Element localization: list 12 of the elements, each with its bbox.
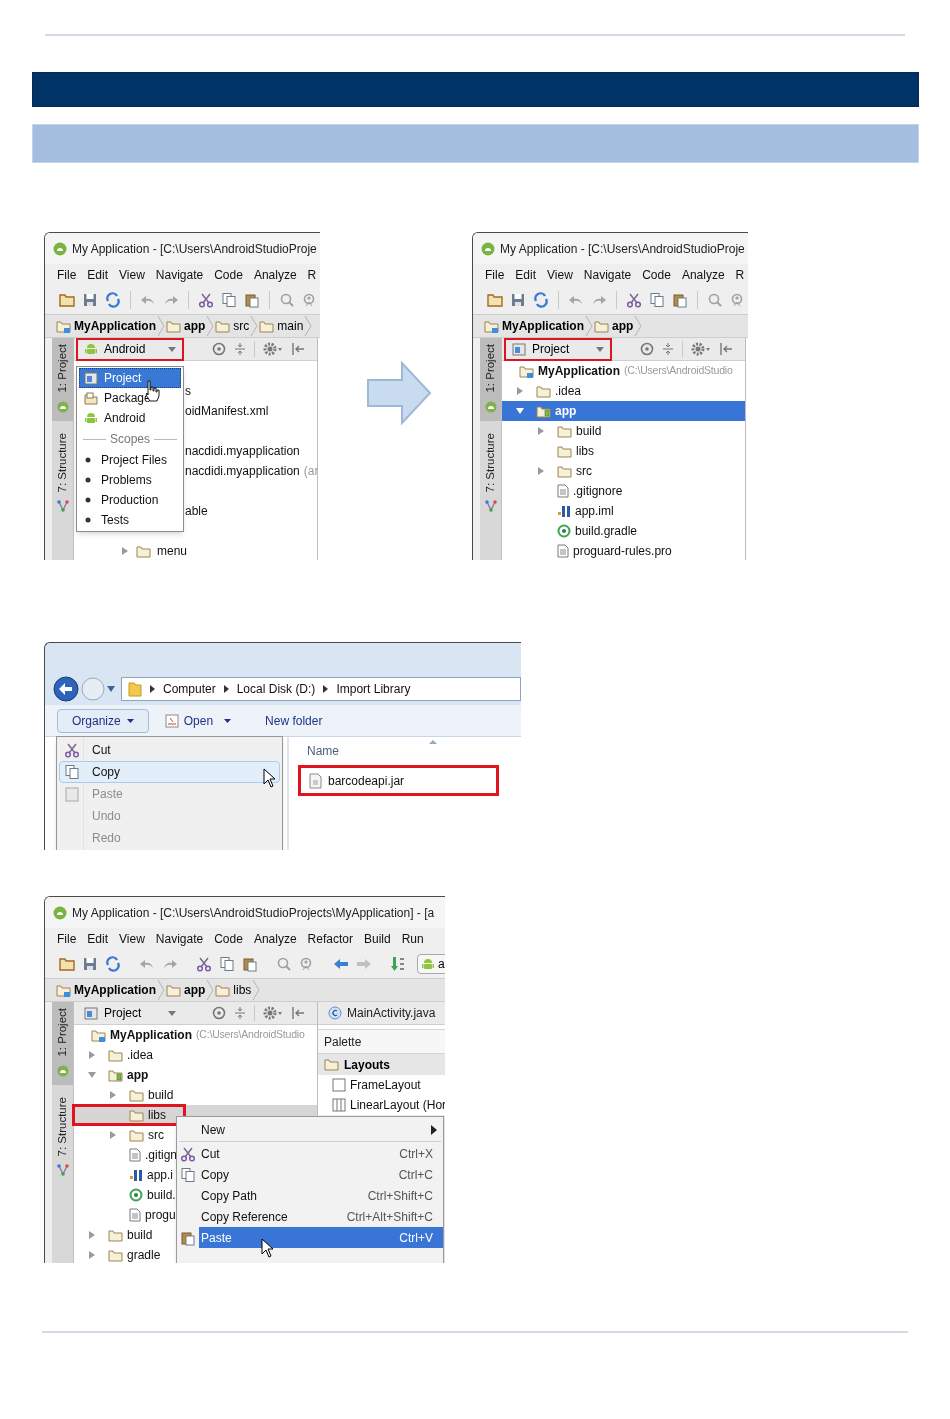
shortcut-label: Ctrl+X bbox=[399, 1145, 434, 1163]
shortcut-label: Ctrl+Alt+Shift+C bbox=[346, 1208, 434, 1226]
window-title: My Application - [C:\Users\AndroidStudioProje bbox=[72, 240, 317, 258]
path-note: (C:\Users\AndroidStudio bbox=[624, 363, 733, 379]
shortcut-label: Ctrl+C bbox=[398, 1166, 434, 1184]
shortcut-label: Ctrl+Shift+C bbox=[367, 1187, 434, 1205]
panel-title: Palette bbox=[324, 1033, 362, 1051]
section-heading: Scopes bbox=[110, 431, 150, 448]
path-note: (C:\Users\AndroidStudio bbox=[196, 1027, 305, 1043]
window-title: My Application - [C:\Users\AndroidStudioProjects\MyApplication] - [a bbox=[72, 904, 435, 922]
shortcut-label: Ctrl+V bbox=[399, 1229, 434, 1247]
window-title: My Application - [C:\Users\AndroidStudioProje bbox=[500, 240, 745, 258]
